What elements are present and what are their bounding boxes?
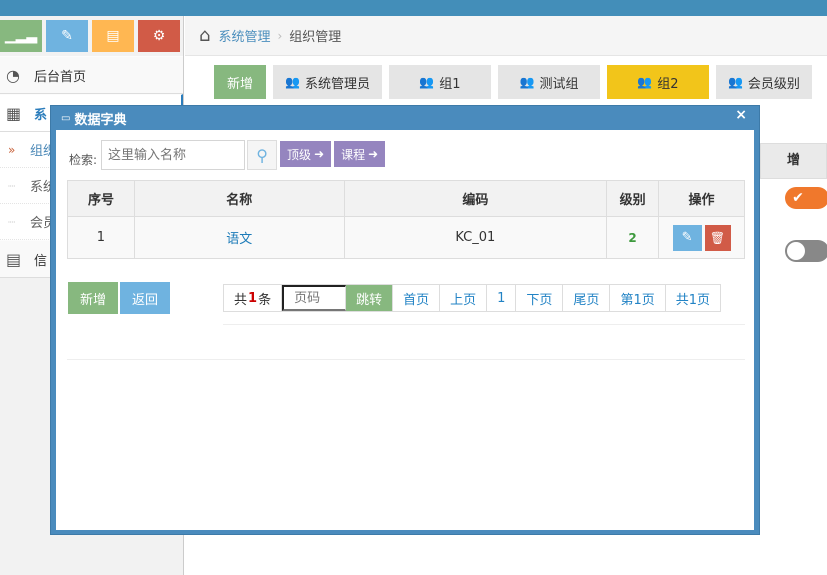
pagination: 共1条 跳转 首页 上页 1 下页 尾页 第1页 共1页 (223, 284, 721, 312)
total-count: 1 (248, 290, 258, 306)
dashboard-icon: ◔ (6, 65, 20, 85)
dictionary-table: 序号 名称 编码 级别 操作 1 语文 KC_01 2 ✎ 🗑 (67, 180, 745, 259)
breadcrumb-current: 组织管理 (289, 30, 342, 45)
double-angle-right-icon: » (8, 142, 16, 157)
total-pages-indicator: 共1页 (675, 292, 710, 308)
list-icon: ▤ (6, 249, 22, 269)
toggle-switch-on[interactable]: ✔ (785, 187, 827, 209)
tab-group1[interactable]: 👥 组1 (388, 65, 491, 99)
chevron-right-icon: › (277, 28, 283, 43)
sidebar-item-label: 信 (34, 253, 48, 269)
row-actions: ✎ 🗑 (658, 216, 745, 259)
row-index: 1 (67, 216, 135, 259)
search-label: 检索: (69, 152, 98, 167)
window-icon: ▭ (61, 112, 71, 124)
dialog-body: 检索: ⚲ 顶级➜ 课程➜ 序号 名称 编码 级别 操作 1 语文 KC (56, 130, 754, 530)
check-icon: ✔ (792, 190, 804, 206)
tab-group2[interactable]: 👥 组2 (606, 65, 709, 99)
close-icon[interactable]: × (735, 107, 747, 123)
prev-page-link[interactable]: 上页 (440, 285, 488, 311)
tab-member-level[interactable]: 👥 会员级别 (715, 65, 812, 99)
top-navbar (0, 0, 827, 16)
breadcrumb: ⌂ 系统管理 › 组织管理 (185, 16, 827, 56)
arrow-right-icon: ➜ (368, 147, 379, 161)
table-header-partial: 增 (760, 143, 827, 179)
divider (67, 359, 745, 360)
sidebar-item-dashboard[interactable]: ◔ 后台首页 (0, 56, 183, 94)
users-icon: 👥 (519, 75, 535, 89)
next-page-link[interactable]: 下页 (516, 285, 564, 311)
add-group-button[interactable]: 新增 (214, 65, 266, 99)
trash-icon[interactable]: 🗑 (704, 224, 731, 251)
last-page-link[interactable]: 尾页 (563, 285, 611, 311)
row-name-link[interactable]: 语文 (133, 216, 345, 259)
users-icon: 👥 (285, 75, 300, 89)
tab-system-admin[interactable]: 👥 系统管理员 (273, 65, 382, 99)
book-icon[interactable]: ▤ (92, 20, 134, 52)
search-icon[interactable]: ⚲ (247, 140, 278, 170)
total-suffix: 条 (258, 292, 272, 308)
pencil-icon[interactable]: ✎ (46, 20, 88, 52)
column-header: 编码 (343, 180, 608, 217)
dialog-actions: 新增 返回 (68, 282, 170, 314)
tab-test-group[interactable]: 👥 测试组 (497, 65, 600, 99)
home-icon[interactable]: ⌂ (199, 25, 210, 46)
column-header: 操作 (658, 180, 745, 217)
back-button[interactable]: 返回 (120, 282, 170, 314)
top-level-button[interactable]: 顶级 ➜ (280, 141, 332, 167)
users-icon: 👥 (419, 75, 435, 89)
table-header-row: 序号 名称 编码 级别 操作 (67, 180, 745, 217)
arrow-right-icon: ➜ (314, 147, 325, 161)
edit-icon[interactable]: ✎ (672, 224, 702, 251)
jump-button[interactable]: 跳转 (346, 285, 394, 311)
divider (223, 324, 745, 325)
users-icon: 👥 (727, 75, 743, 89)
search-bar: 检索: ⚲ 顶级➜ 课程➜ (69, 140, 386, 170)
page-number-input[interactable] (282, 285, 347, 311)
dots-icon: ┈ (8, 214, 16, 229)
column-header: 级别 (606, 180, 660, 217)
current-page-indicator: 第1页 (610, 285, 666, 311)
total-prefix: 共 (234, 292, 248, 308)
group-tabs: 新增 👥 系统管理员 👥 组1 👥 测试组 👥 组2 👥 会员级别 (214, 65, 812, 99)
column-header: 序号 (67, 180, 135, 217)
users-icon: 👥 (637, 75, 653, 89)
search-input[interactable] (101, 140, 246, 170)
tab-label: 会员级别 (747, 76, 800, 92)
row-code: KC_01 (343, 216, 608, 259)
total-records: 共1条 (224, 285, 283, 311)
film-icon: ▦ (6, 103, 22, 123)
page-number-link[interactable]: 1 (487, 285, 517, 311)
signal-icon[interactable]: ▁▂▃ (0, 20, 42, 52)
dialog-title-bar: ▭ 数据字典 (51, 106, 759, 130)
data-dictionary-dialog: ▭ 数据字典 × 检索: ⚲ 顶级➜ 课程➜ 序号 名称 编码 级别 操作 (50, 105, 760, 535)
tab-label: 测试组 (539, 76, 579, 92)
sidebar-item-label: 系 (34, 107, 48, 123)
dialog-title: 数据字典 (74, 112, 127, 128)
add-button[interactable]: 新增 (68, 282, 118, 314)
column-header: 名称 (133, 180, 345, 217)
sidebar-shortcuts: ▁▂▃ ✎ ▤ ⚙ (0, 16, 183, 56)
toggle-knob (787, 242, 805, 260)
breadcrumb-parent[interactable]: 系统管理 (218, 26, 270, 45)
sidebar-item-label: 后台首页 (34, 69, 87, 85)
table-row: 1 语文 KC_01 2 ✎ 🗑 (67, 216, 745, 259)
toggle-switch-off[interactable] (785, 240, 827, 262)
cogs-icon[interactable]: ⚙ (138, 20, 180, 52)
first-page-link[interactable]: 首页 (393, 285, 441, 311)
tab-label: 组2 (657, 76, 679, 92)
course-button[interactable]: 课程 ➜ (334, 141, 386, 167)
button-label: 顶级 (287, 147, 312, 162)
tab-label: 组1 (439, 76, 461, 92)
dots-icon: ┈ (8, 178, 16, 193)
button-label: 课程 (341, 147, 366, 162)
tab-label: 系统管理员 (304, 76, 370, 92)
row-level: 2 (606, 216, 660, 259)
